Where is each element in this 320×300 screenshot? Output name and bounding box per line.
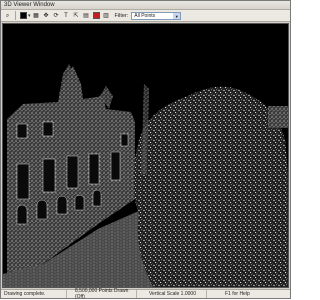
filter-label: Filter:: [114, 12, 129, 19]
status-bar: Drawing complete. 8,500,000 Points Drawn…: [1, 288, 290, 300]
chevron-down-icon[interactable]: ▾: [28, 13, 31, 19]
filter-value: All Points: [134, 12, 156, 19]
chevron-down-icon: ▼: [173, 12, 181, 19]
pan-icon[interactable]: ✥: [42, 11, 51, 20]
rotate-icon[interactable]: ⟳: [52, 11, 61, 20]
color-icon[interactable]: [19, 11, 28, 20]
background-color-icon[interactable]: [92, 11, 101, 20]
status-points: 8,500,000 Points Drawn (Off): [67, 288, 137, 300]
filter-icon[interactable]: ▥: [102, 11, 111, 20]
status-help: F1 for Help: [225, 291, 250, 297]
title-bar: 3D Viewer Window: [1, 1, 290, 10]
filter-select[interactable]: All Points ▼: [131, 11, 182, 20]
measure-icon[interactable]: ▤: [82, 11, 91, 20]
point-cloud-viewport[interactable]: [2, 23, 289, 288]
zoom-icon[interactable]: ⌕: [3, 11, 12, 20]
point-cloud-render: [3, 64, 288, 287]
window-title: 3D Viewer Window: [4, 2, 55, 8]
text-tool-icon[interactable]: T: [62, 11, 71, 20]
move-icon[interactable]: ⇱: [72, 11, 81, 20]
viewer-window: 3D Viewer Window ⌕ ▾ ▦ ✥ ⟳ T ⇱ ▤ ▥ Filte…: [0, 0, 291, 300]
toolbar: ⌕ ▾ ▦ ✥ ⟳ T ⇱ ▤ ▥ Filter: All Points ▼: [1, 10, 290, 22]
tree-canopy: [133, 86, 288, 287]
toolbar-separator: [15, 11, 16, 20]
status-vertical-scale: Vertical Scale 1.0000: [137, 290, 207, 298]
status-message: Drawing complete.: [1, 290, 67, 298]
select-icon[interactable]: ▦: [32, 11, 41, 20]
